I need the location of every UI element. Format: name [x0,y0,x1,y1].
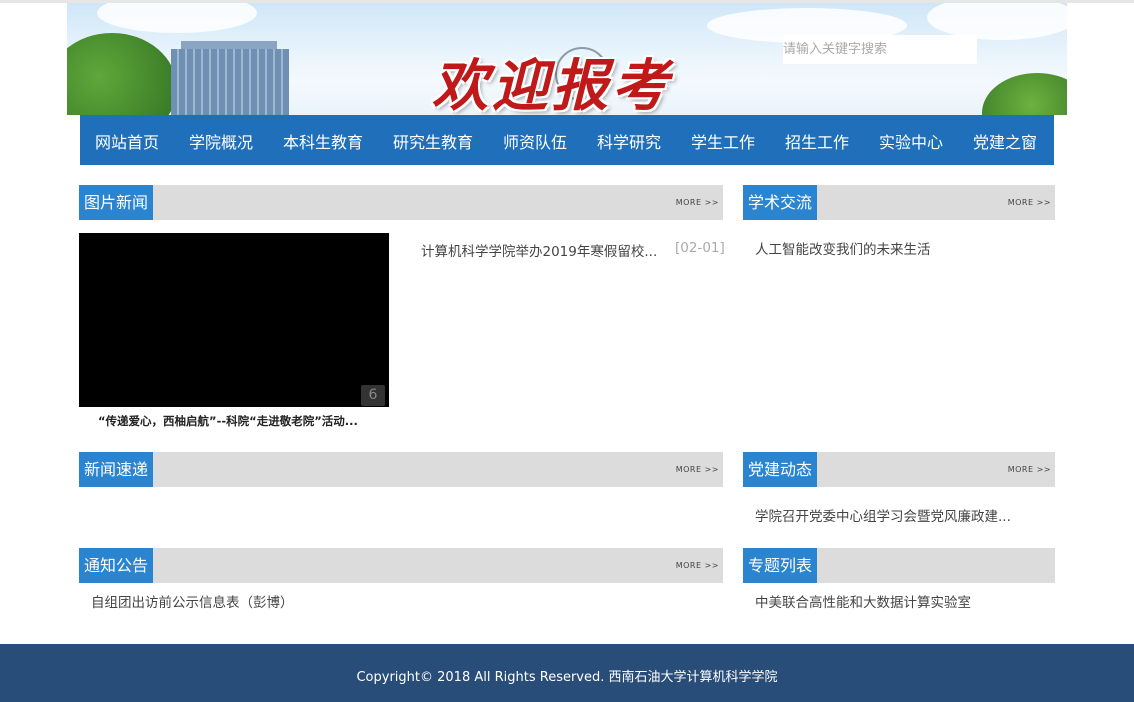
news-video-player[interactable] [79,233,389,407]
cloud-decoration [97,3,257,33]
nav-item-party-building[interactable]: 党建之窗 [973,129,1037,153]
page-footer: Copyright© 2018 All Rights Reserved. 西南石… [0,644,1134,702]
nav-item-faculty[interactable]: 师资队伍 [503,129,567,153]
party-news-list-item[interactable]: 学院召开党委中心组学习会暨党风廉政建... [755,505,1011,525]
tree-left-decoration [67,33,177,115]
nav-item-undergraduate[interactable]: 本科生教育 [283,129,363,153]
party-news-more-link[interactable]: MORE >> [1008,465,1051,474]
academic-exchange-list-item[interactable]: 人工智能改变我们的未来生活 [755,238,931,258]
nav-item-research[interactable]: 科学研究 [597,129,661,153]
news-express-more-link[interactable]: MORE >> [676,465,719,474]
search-input[interactable] [783,35,977,64]
building-decoration [171,49,289,115]
photo-news-list-item[interactable]: 计算机科学学院举办2019年寒假留校... [421,240,657,260]
news-express-header: 新闻速递 MORE >> [79,452,723,487]
main-navigation: 网站首页 学院概况 本科生教育 研究生教育 师资队伍 科学研究 学生工作 招生工… [80,115,1054,165]
photo-news-more-link[interactable]: MORE >> [676,198,719,207]
photo-news-header: 图片新闻 MORE >> [79,185,723,220]
nav-item-home[interactable]: 网站首页 [95,129,159,153]
nav-item-admissions[interactable]: 招生工作 [785,129,849,153]
welcome-title: 欢迎报考 [432,53,672,115]
nav-item-graduate[interactable]: 研究生教育 [393,129,473,153]
nav-item-about[interactable]: 学院概况 [189,129,253,153]
notices-header: 通知公告 MORE >> [79,548,723,583]
academic-exchange-header: 学术交流 MORE >> [743,185,1055,220]
video-counter-badge: 6 [361,385,385,406]
nav-item-lab-center[interactable]: 实验中心 [879,129,943,153]
photo-news-title: 图片新闻 [79,185,153,220]
party-news-header: 党建动态 MORE >> [743,452,1055,487]
photo-news-caption[interactable]: “传递爱心，西柚启航”--科院“走进敬老院”活动... [98,413,358,429]
notices-title: 通知公告 [79,548,153,583]
news-express-title: 新闻速递 [79,452,153,487]
party-news-title: 党建动态 [743,452,817,487]
photo-news-item-date: [02-01] [675,240,725,256]
topics-list-item[interactable]: 中美联合高性能和大数据计算实验室 [755,591,971,611]
tree-right-decoration [982,73,1067,115]
topics-header: 专题列表 [743,548,1055,583]
topics-title: 专题列表 [743,548,817,583]
academic-exchange-title: 学术交流 [743,185,817,220]
footer-copyright: Copyright© 2018 All Rights Reserved. 西南石… [356,670,778,685]
notices-more-link[interactable]: MORE >> [676,561,719,570]
notices-list-item[interactable]: 自组团出访前公示信息表（彭博） [91,591,294,611]
header-banner: 欢迎报考 [67,3,1067,115]
academic-exchange-more-link[interactable]: MORE >> [1008,198,1051,207]
nav-item-student-affairs[interactable]: 学生工作 [691,129,755,153]
